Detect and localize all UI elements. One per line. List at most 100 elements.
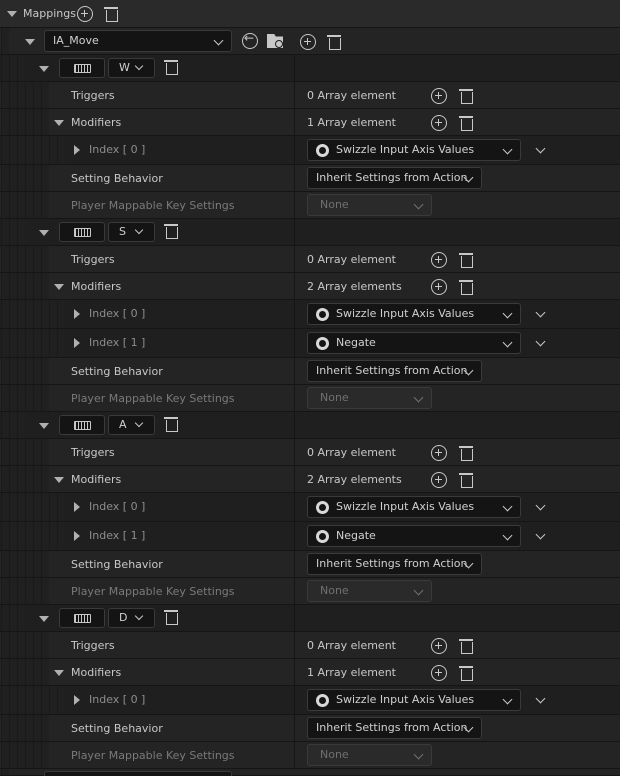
expand-options-icon[interactable] xyxy=(535,693,546,704)
column-divider xyxy=(294,136,295,164)
key-selector-button[interactable] xyxy=(59,415,105,435)
clear-triggers-button[interactable] xyxy=(458,252,474,268)
indent-guide xyxy=(9,632,17,658)
key-dropdown[interactable]: W xyxy=(108,58,155,78)
indent-guide xyxy=(57,493,65,521)
delete-element-button[interactable] xyxy=(326,34,342,50)
collapse-arrow-icon[interactable] xyxy=(39,66,49,72)
remove-mapping-button[interactable] xyxy=(163,59,179,75)
add-modifier-button[interactable] xyxy=(431,665,447,681)
modifier-class-dropdown[interactable]: Negate xyxy=(307,332,521,354)
clear-modifiers-button[interactable] xyxy=(458,115,474,131)
key-dropdown[interactable]: A xyxy=(108,415,155,435)
indent-guide xyxy=(33,578,41,604)
collapse-arrow-icon[interactable] xyxy=(54,284,64,290)
add-trigger-button[interactable] xyxy=(431,445,447,461)
modifier-class-dropdown[interactable]: Swizzle Input Axis Values xyxy=(307,496,521,518)
add-trigger-button[interactable] xyxy=(431,252,447,268)
modifier-class-dropdown[interactable]: Negate xyxy=(307,525,521,547)
clear-mappings-button[interactable] xyxy=(103,6,119,22)
indent-guide xyxy=(25,165,33,191)
clear-modifiers-button[interactable] xyxy=(458,279,474,295)
clear-triggers-button[interactable] xyxy=(458,445,474,461)
input-action-dropdown[interactable]: IA_Move xyxy=(44,30,232,52)
collapse-arrow-icon[interactable] xyxy=(54,477,64,483)
expand-options-icon[interactable] xyxy=(535,307,546,318)
remove-mapping-button[interactable] xyxy=(163,223,179,239)
key-selector-button[interactable] xyxy=(59,58,105,78)
setting-behavior-label: Setting Behavior xyxy=(71,365,163,378)
expand-arrow-icon[interactable] xyxy=(74,338,80,348)
collapse-arrow-icon[interactable] xyxy=(25,39,35,45)
add-modifier-button[interactable] xyxy=(431,279,447,295)
modifier-index-label: Index [ 0 ] xyxy=(89,693,146,706)
indent-guide xyxy=(1,466,9,492)
expand-arrow-icon[interactable] xyxy=(74,502,80,512)
clear-modifiers-button[interactable] xyxy=(458,665,474,681)
expand-arrow-icon[interactable] xyxy=(74,145,80,155)
key-mapping-row: S xyxy=(0,219,620,246)
key-selector-button[interactable] xyxy=(59,608,105,628)
indent-guide xyxy=(33,109,41,135)
indent-guide xyxy=(57,300,65,328)
triggers-count: 0 Array element xyxy=(307,253,396,266)
clear-modifiers-button[interactable] xyxy=(458,472,474,488)
collapse-arrow-icon[interactable] xyxy=(39,616,49,622)
add-element-button[interactable] xyxy=(300,34,316,50)
collapse-arrow-icon[interactable] xyxy=(7,11,17,17)
keyboard-icon xyxy=(74,228,91,237)
collapse-arrow-icon[interactable] xyxy=(54,120,64,126)
add-modifier-button[interactable] xyxy=(431,115,447,131)
indent-guide xyxy=(49,686,57,714)
collapse-arrow-icon[interactable] xyxy=(54,670,64,676)
collapse-arrow-icon[interactable] xyxy=(39,423,49,429)
expand-options-icon[interactable] xyxy=(535,336,546,347)
modifier-index-label: Index [ 0 ] xyxy=(89,307,146,320)
next-input-action-dropdown[interactable] xyxy=(44,771,232,776)
expand-arrow-icon[interactable] xyxy=(74,531,80,541)
expand-options-icon[interactable] xyxy=(535,143,546,154)
use-selected-asset-icon[interactable] xyxy=(242,31,258,49)
setting-behavior-dropdown[interactable]: Inherit Settings from Action xyxy=(307,717,482,739)
key-selector-button[interactable] xyxy=(59,222,105,242)
player-mappable-dropdown: None xyxy=(307,744,432,766)
expand-options-icon[interactable] xyxy=(535,529,546,540)
indent-guide xyxy=(25,522,33,550)
indent-guide xyxy=(25,300,33,328)
indent-guide xyxy=(1,522,9,550)
triggers-count: 0 Array element xyxy=(307,89,396,102)
player-mappable-label: Player Mappable Key Settings xyxy=(71,585,235,598)
add-mapping-button[interactable] xyxy=(77,6,93,22)
modifier-class-dropdown[interactable]: Swizzle Input Axis Values xyxy=(307,303,521,325)
modifier-class-dropdown[interactable]: Swizzle Input Axis Values xyxy=(307,689,521,711)
player-mappable-row: Player Mappable Key Settings None xyxy=(0,385,620,412)
modifier-class-icon xyxy=(316,694,329,707)
indent-guide xyxy=(25,358,33,384)
indent-guide xyxy=(49,329,57,357)
key-dropdown[interactable]: S xyxy=(108,222,155,242)
setting-behavior-dropdown[interactable]: Inherit Settings from Action xyxy=(307,167,482,189)
column-divider xyxy=(294,219,295,245)
collapse-arrow-icon[interactable] xyxy=(39,230,49,236)
modifier-index-label: Index [ 0 ] xyxy=(89,500,146,513)
indent-guide xyxy=(1,439,9,465)
indent-guide xyxy=(9,605,17,631)
modifier-class-dropdown[interactable]: Swizzle Input Axis Values xyxy=(307,139,521,161)
expand-arrow-icon[interactable] xyxy=(74,309,80,319)
add-trigger-button[interactable] xyxy=(431,638,447,654)
chevron-down-icon xyxy=(502,530,513,541)
remove-mapping-button[interactable] xyxy=(163,609,179,625)
modifier-class-name: Negate xyxy=(336,336,376,349)
add-modifier-button[interactable] xyxy=(431,472,447,488)
setting-behavior-dropdown[interactable]: Inherit Settings from Action xyxy=(307,553,482,575)
key-dropdown[interactable]: D xyxy=(108,608,155,628)
expand-arrow-icon[interactable] xyxy=(74,695,80,705)
clear-triggers-button[interactable] xyxy=(458,88,474,104)
setting-behavior-dropdown[interactable]: Inherit Settings from Action xyxy=(307,360,482,382)
column-divider xyxy=(294,300,295,328)
clear-triggers-button[interactable] xyxy=(458,638,474,654)
add-trigger-button[interactable] xyxy=(431,88,447,104)
remove-mapping-button[interactable] xyxy=(163,416,179,432)
column-divider xyxy=(294,551,295,577)
expand-options-icon[interactable] xyxy=(535,500,546,511)
